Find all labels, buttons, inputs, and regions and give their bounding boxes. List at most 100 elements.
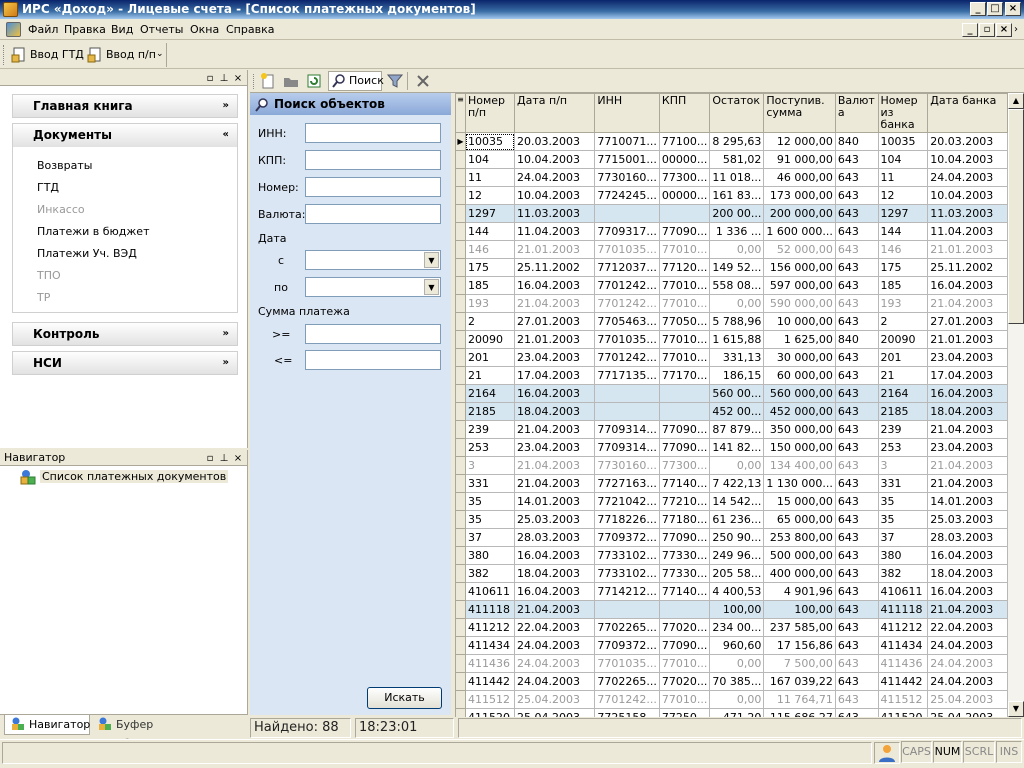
table-cell[interactable]: 380 bbox=[877, 546, 929, 565]
table-cell[interactable]: 643 bbox=[834, 168, 879, 187]
row-selector[interactable] bbox=[455, 492, 466, 511]
table-cell[interactable]: 25.04.2003 bbox=[514, 690, 596, 709]
table-cell[interactable]: 21.04.2003 bbox=[927, 474, 1008, 493]
table-cell[interactable]: 10035 bbox=[464, 132, 516, 151]
table-cell[interactable]: 7709372... bbox=[594, 528, 660, 547]
table-cell[interactable]: 21.04.2003 bbox=[927, 294, 1008, 313]
table-cell[interactable]: 643 bbox=[834, 474, 879, 493]
table-cell[interactable]: 146 bbox=[464, 240, 516, 259]
table-cell[interactable]: 16.04.2003 bbox=[927, 276, 1008, 295]
table-cell[interactable]: 201 bbox=[877, 348, 929, 367]
table-cell[interactable]: 400 000,00 bbox=[763, 564, 836, 583]
table-cell[interactable]: 643 bbox=[834, 636, 879, 655]
table-cell[interactable]: 173 000,00 bbox=[763, 186, 836, 205]
table-cell[interactable]: 11 018... bbox=[709, 168, 765, 187]
col-header-currency[interactable]: Валют а bbox=[834, 93, 879, 133]
row-selector[interactable] bbox=[455, 186, 466, 205]
table-row[interactable]: ▶ 10035 20.03.2003 7710071... 77100... 8 295,… bbox=[455, 132, 1008, 151]
table-cell[interactable]: 3 bbox=[464, 456, 516, 475]
table-cell[interactable]: 21.04.2003 bbox=[514, 420, 596, 439]
table-cell[interactable]: 643 bbox=[834, 222, 879, 241]
doc-item-ved-payments[interactable]: Платежи Уч. ВЭД bbox=[37, 247, 137, 260]
table-row[interactable]: 2164 16.04.2003 560 00... 560 000,00 643 2164… bbox=[455, 384, 1008, 403]
table-cell[interactable]: 77090... bbox=[658, 528, 711, 547]
table-cell[interactable]: 643 bbox=[834, 654, 879, 673]
table-cell[interactable]: 7701035... bbox=[594, 654, 660, 673]
panel-pin-icon[interactable]: ⊥ bbox=[218, 451, 230, 466]
table-cell[interactable]: 16.04.2003 bbox=[514, 546, 596, 565]
table-cell[interactable]: 150 000,00 bbox=[763, 438, 836, 457]
table-cell[interactable]: 175 bbox=[877, 258, 929, 277]
table-cell[interactable]: 4 901,96 bbox=[763, 582, 836, 601]
table-cell[interactable]: 411434 bbox=[877, 636, 929, 655]
table-cell[interactable]: 100,00 bbox=[709, 600, 765, 619]
table-cell[interactable]: 411436 bbox=[464, 654, 516, 673]
table-cell[interactable]: 331 bbox=[877, 474, 929, 493]
table-cell[interactable]: 380 bbox=[464, 546, 516, 565]
table-cell[interactable]: 411512 bbox=[877, 690, 929, 709]
col-header-bank-number[interactable]: Номер из банка bbox=[877, 93, 929, 133]
table-cell[interactable]: 643 bbox=[834, 528, 879, 547]
table-cell[interactable]: 10.04.2003 bbox=[514, 186, 596, 205]
table-row[interactable]: 12 10.04.2003 7724245... 00000... 161 83... 1… bbox=[455, 186, 1008, 205]
search-button[interactable]: Искать bbox=[367, 687, 442, 709]
table-cell[interactable]: 77090... bbox=[658, 222, 711, 241]
table-cell[interactable]: 52 000,00 bbox=[763, 240, 836, 259]
table-cell[interactable]: 7705463... bbox=[594, 312, 660, 331]
new-document-icon[interactable] bbox=[260, 73, 276, 89]
tab-object-buffer[interactable]: Буфер объектов bbox=[94, 715, 210, 750]
doc-item-tpo[interactable]: ТПО bbox=[37, 269, 61, 282]
table-cell[interactable]: 23.04.2003 bbox=[514, 348, 596, 367]
table-cell[interactable]: 411434 bbox=[464, 636, 516, 655]
table-row[interactable]: 104 10.04.2003 7715001... 00000... 581,02 91 … bbox=[455, 150, 1008, 169]
table-cell[interactable]: 21.01.2003 bbox=[514, 330, 596, 349]
table-row[interactable]: 411118 21.04.2003 100,00 100,00 643 411118 21.… bbox=[455, 600, 1008, 619]
panel-pin-icon[interactable]: ⊥ bbox=[218, 71, 230, 86]
table-row[interactable]: 411512 25.04.2003 7701242... 77010... 0,00 11… bbox=[455, 690, 1008, 709]
table-cell[interactable]: 12 000,00 bbox=[763, 132, 836, 151]
table-cell[interactable]: 149 52... bbox=[709, 258, 765, 277]
table-cell[interactable]: 11 bbox=[877, 168, 929, 187]
table-cell[interactable]: 11 764,71 bbox=[763, 690, 836, 709]
table-cell[interactable]: 161 83... bbox=[709, 186, 765, 205]
current-row-indicator-icon[interactable]: ▶ bbox=[455, 132, 466, 151]
table-row[interactable]: 21 17.04.2003 7717135... 77170... 186,15 60 0… bbox=[455, 366, 1008, 385]
scroll-thumb[interactable] bbox=[1008, 109, 1024, 324]
panel-window-icon[interactable]: ▫ bbox=[204, 451, 216, 466]
menu-windows[interactable]: Окна bbox=[190, 23, 219, 37]
table-cell[interactable]: 0,00 bbox=[709, 294, 765, 313]
table-cell[interactable]: 77010... bbox=[658, 348, 711, 367]
table-cell[interactable]: 25.11.2002 bbox=[514, 258, 596, 277]
table-cell[interactable] bbox=[658, 204, 711, 223]
table-cell[interactable]: 144 bbox=[877, 222, 929, 241]
table-cell[interactable]: 560 00... bbox=[709, 384, 765, 403]
table-cell[interactable]: 27.01.2003 bbox=[514, 312, 596, 331]
table-cell[interactable]: 21.04.2003 bbox=[927, 600, 1008, 619]
table-cell[interactable]: 17.04.2003 bbox=[514, 366, 596, 385]
table-row[interactable]: 411212 22.04.2003 7702265... 77020... 234 00… bbox=[455, 618, 1008, 637]
table-cell[interactable]: 24.04.2003 bbox=[927, 672, 1008, 691]
table-cell[interactable]: 7 500,00 bbox=[763, 654, 836, 673]
table-row[interactable]: 411442 24.04.2003 7702265... 77020... 70 385… bbox=[455, 672, 1008, 691]
refresh-icon[interactable] bbox=[306, 73, 322, 89]
table-cell[interactable]: 77050... bbox=[658, 312, 711, 331]
table-row[interactable]: 3 21.04.2003 7730160... 77300... 0,00 134 400… bbox=[455, 456, 1008, 475]
table-cell[interactable]: 7709317... bbox=[594, 222, 660, 241]
table-cell[interactable]: 25.11.2002 bbox=[927, 258, 1008, 277]
table-cell[interactable]: 167 039,22 bbox=[763, 672, 836, 691]
table-cell[interactable]: 7701035... bbox=[594, 240, 660, 259]
table-cell[interactable]: 77140... bbox=[658, 582, 711, 601]
table-cell[interactable]: 331,13 bbox=[709, 348, 765, 367]
row-selector[interactable] bbox=[455, 150, 466, 169]
row-selector[interactable] bbox=[455, 672, 466, 691]
doc-item-returns[interactable]: Возвраты bbox=[37, 159, 92, 172]
row-selector[interactable] bbox=[455, 384, 466, 403]
table-cell[interactable]: 12 bbox=[464, 186, 516, 205]
table-cell[interactable]: 21 bbox=[877, 366, 929, 385]
table-cell[interactable]: 500 000,00 bbox=[763, 546, 836, 565]
table-cell[interactable]: 37 bbox=[877, 528, 929, 547]
table-row[interactable]: 193 21.04.2003 7701242... 77010... 0,00 590 0… bbox=[455, 294, 1008, 313]
table-cell[interactable]: 24.04.2003 bbox=[927, 654, 1008, 673]
table-cell[interactable]: 10.04.2003 bbox=[927, 186, 1008, 205]
table-cell[interactable]: 7725158... bbox=[594, 708, 660, 717]
